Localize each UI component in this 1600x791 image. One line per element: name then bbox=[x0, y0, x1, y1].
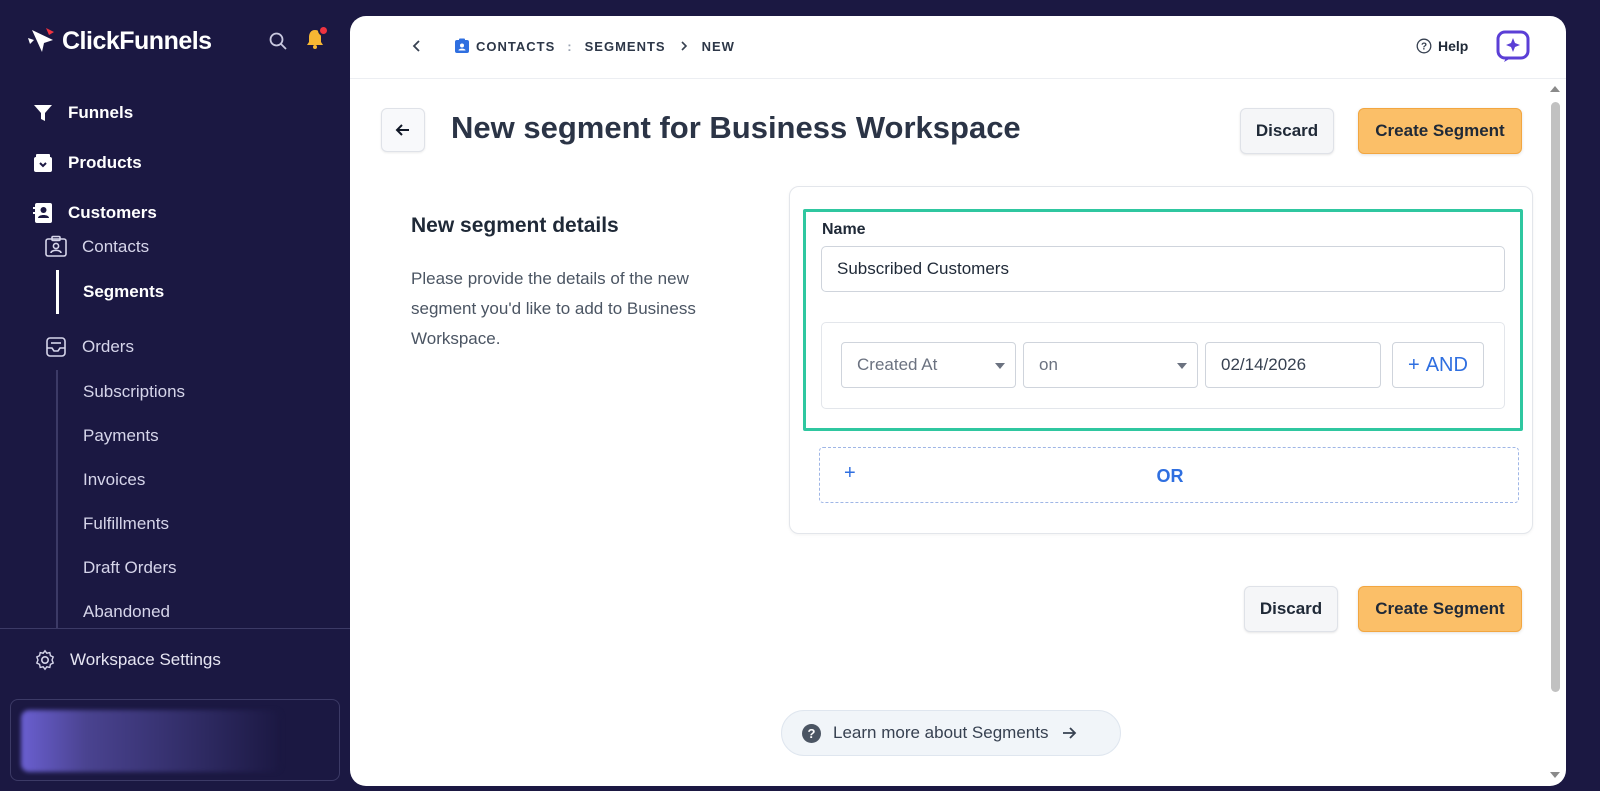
discard-button[interactable]: Discard bbox=[1240, 108, 1334, 154]
details-title: New segment details bbox=[411, 214, 619, 237]
operator-select-value: on bbox=[1039, 355, 1058, 374]
caret-down-icon bbox=[995, 363, 1005, 369]
nav-label: Products bbox=[68, 153, 142, 172]
clickfunnels-logo-icon bbox=[28, 28, 54, 52]
ai-assistant-icon[interactable] bbox=[1496, 30, 1530, 62]
topbar: CONTACTS : SEGMENTS NEW ? Help bbox=[350, 16, 1566, 79]
main-panel: CONTACTS : SEGMENTS NEW ? Help New segme… bbox=[350, 16, 1566, 786]
sidebar-item-label: Fulfillments bbox=[83, 514, 169, 533]
scrollbar[interactable] bbox=[1548, 84, 1562, 784]
scroll-thumb[interactable] bbox=[1551, 102, 1560, 692]
logo[interactable]: ClickFunnels bbox=[26, 26, 212, 56]
nav-item-products[interactable]: Products bbox=[32, 138, 332, 188]
create-segment-button-bottom[interactable]: Create Segment bbox=[1358, 586, 1522, 632]
back-button[interactable] bbox=[381, 108, 425, 152]
account-avatar-blurred bbox=[21, 710, 281, 772]
orders-children: Subscriptions Payments Invoices Fulfillm… bbox=[56, 370, 350, 628]
arrow-right-icon bbox=[1063, 727, 1077, 739]
sidebar-item-label: Draft Orders bbox=[83, 558, 177, 577]
sidebar-item-label: Segments bbox=[83, 282, 165, 301]
scroll-up-icon[interactable] bbox=[1550, 86, 1560, 92]
name-input[interactable]: Subscribed Customers bbox=[821, 246, 1505, 292]
gear-icon bbox=[35, 649, 55, 671]
sidebar-item-label: Subscriptions bbox=[83, 382, 186, 401]
segment-group: Name Subscribed Customers Created At on … bbox=[803, 209, 1523, 431]
field-select-value: Created At bbox=[857, 355, 938, 374]
logo-row: ClickFunnels bbox=[26, 24, 329, 58]
nav-label: Customers bbox=[68, 203, 157, 222]
nav-item-funnels[interactable]: Funnels bbox=[32, 88, 332, 138]
sidebar-footer: Workspace Settings bbox=[0, 628, 350, 781]
caret-down-icon bbox=[1177, 363, 1187, 369]
sidebar-item-draft-orders[interactable]: Draft Orders bbox=[83, 546, 350, 590]
chevron-right-icon bbox=[681, 41, 687, 51]
orders-icon bbox=[46, 337, 66, 357]
add-or-group-button[interactable]: + OR bbox=[819, 447, 1519, 503]
contacts-children: Segments bbox=[56, 270, 350, 314]
contacts-badge-icon bbox=[455, 38, 469, 53]
sidebar-item-segments[interactable]: Segments bbox=[56, 270, 350, 314]
sidebar-item-subscriptions[interactable]: Subscriptions bbox=[83, 370, 350, 414]
sidebar-item-label: Abandoned bbox=[83, 602, 170, 621]
discard-button-bottom[interactable]: Discard bbox=[1244, 586, 1338, 632]
nav-label: Funnels bbox=[68, 103, 134, 122]
svg-text:?: ? bbox=[1421, 42, 1427, 53]
funnel-icon bbox=[34, 105, 52, 121]
app-name: ClickFunnels bbox=[62, 26, 212, 55]
notification-dot bbox=[318, 24, 329, 36]
sidebar-item-label: Orders bbox=[82, 337, 134, 356]
sidebar-item-fulfillments[interactable]: Fulfillments bbox=[83, 502, 350, 546]
segment-form-card: Name Subscribed Customers Created At on … bbox=[789, 186, 1533, 534]
and-label: AND bbox=[1425, 353, 1468, 376]
product-box-icon bbox=[34, 154, 52, 172]
sidebar-item-payments[interactable]: Payments bbox=[83, 414, 350, 458]
details-description: Please provide the details of the new se… bbox=[411, 269, 696, 348]
workspace-settings-link[interactable]: Workspace Settings bbox=[34, 649, 221, 671]
search-icon[interactable] bbox=[268, 31, 288, 51]
question-icon: ? bbox=[802, 723, 821, 743]
sidebar-item-contacts[interactable]: Contacts bbox=[44, 224, 350, 270]
help-label: Help bbox=[1438, 38, 1469, 54]
breadcrumb: CONTACTS : SEGMENTS NEW bbox=[410, 38, 735, 54]
primary-nav: Funnels Products Customers bbox=[32, 88, 332, 238]
active-indicator bbox=[56, 270, 59, 314]
date-input[interactable]: 02/14/2026 bbox=[1205, 342, 1381, 388]
field-select[interactable]: Created At bbox=[841, 342, 1016, 388]
create-segment-button[interactable]: Create Segment bbox=[1358, 108, 1522, 154]
or-label: OR bbox=[1156, 466, 1184, 486]
account-switcher[interactable] bbox=[10, 699, 340, 781]
notifications-button[interactable] bbox=[304, 24, 329, 55]
sidebar-item-label: Contacts bbox=[82, 237, 150, 256]
help-link[interactable]: ? Help bbox=[1416, 38, 1468, 54]
customers-icon bbox=[33, 203, 52, 223]
scroll-down-icon[interactable] bbox=[1550, 772, 1560, 778]
breadcrumb-contacts[interactable]: CONTACTS bbox=[476, 39, 555, 54]
learn-more-label: Learn more about Segments bbox=[833, 723, 1049, 742]
sidebar-item-label: Payments bbox=[83, 426, 159, 445]
sidebar-item-abandoned[interactable]: Abandoned bbox=[83, 590, 350, 628]
arrow-left-icon bbox=[395, 124, 409, 136]
filter-rule: Created At on 02/14/2026 + AND bbox=[821, 322, 1505, 409]
sidebar-item-label: Invoices bbox=[83, 470, 146, 489]
operator-select[interactable]: on bbox=[1023, 342, 1198, 388]
sidebar-subnav: Contacts Segments Orders Subscriptions P… bbox=[0, 224, 350, 628]
learn-more-segments-button[interactable]: ? Learn more about Segments bbox=[781, 710, 1121, 756]
plus-icon: + bbox=[1408, 353, 1420, 376]
sidebar-item-invoices[interactable]: Invoices bbox=[83, 458, 350, 502]
breadcrumb-separator: : bbox=[567, 38, 573, 54]
sidebar-item-orders[interactable]: Orders bbox=[44, 324, 350, 370]
help-circle-icon: ? bbox=[1416, 38, 1432, 54]
contacts-icon bbox=[45, 235, 67, 257]
breadcrumb-new: NEW bbox=[701, 38, 735, 54]
workspace-settings-label: Workspace Settings bbox=[70, 650, 221, 669]
add-and-condition-button[interactable]: + AND bbox=[1392, 342, 1484, 388]
page-title: New segment for Business Workspace bbox=[451, 110, 1021, 145]
sidebar: ClickFunnels Funnels Products Customers … bbox=[0, 0, 350, 791]
name-label: Name bbox=[822, 221, 866, 238]
chevron-left-icon[interactable] bbox=[410, 39, 424, 53]
breadcrumb-segments[interactable]: SEGMENTS bbox=[585, 39, 666, 54]
